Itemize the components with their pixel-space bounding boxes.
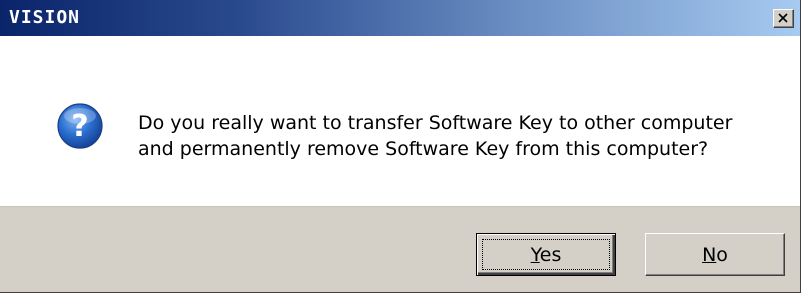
message-line-1: Do you really want to transfer Software … — [138, 112, 733, 134]
message-line-2: and permanently remove Software Key from… — [138, 138, 709, 160]
title-bar[interactable]: VISION — [0, 0, 800, 36]
no-label-rest: o — [716, 243, 728, 266]
yes-label: Yes — [531, 244, 562, 266]
button-bar: Yes No — [0, 206, 800, 292]
message-dialog: VISION ? Do you really want to transfer … — [0, 0, 801, 293]
dialog-message: Do you really want to transfer Software … — [138, 110, 732, 162]
dialog-content: ? Do you really want to transfer Softwar… — [0, 36, 800, 206]
question-icon: ? — [57, 103, 103, 149]
yes-label-rest: es — [539, 243, 562, 266]
window-title: VISION — [9, 7, 81, 28]
close-button[interactable] — [773, 9, 794, 28]
svg-text:?: ? — [71, 109, 88, 144]
no-button[interactable]: No — [645, 233, 785, 276]
yes-mnemonic: Y — [530, 243, 540, 266]
close-icon — [778, 13, 788, 23]
yes-button[interactable]: Yes — [476, 233, 616, 276]
no-mnemonic: N — [702, 243, 717, 266]
no-label: No — [702, 244, 728, 266]
